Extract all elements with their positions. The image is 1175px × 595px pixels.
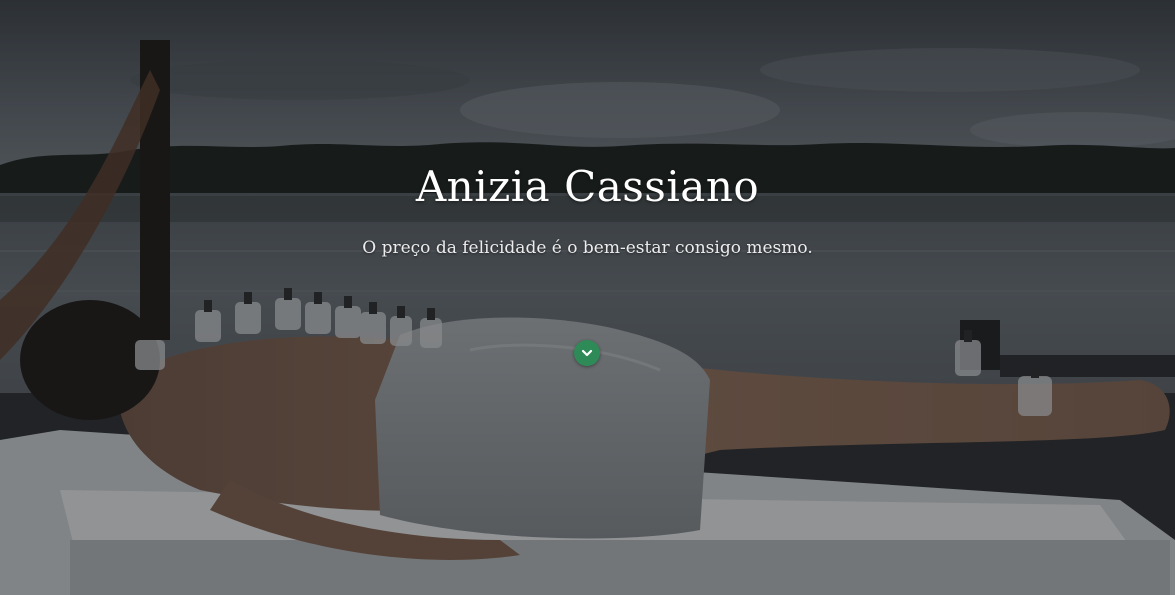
chevron-down-icon: [581, 349, 593, 357]
hero-dark-overlay: [0, 0, 1175, 595]
scroll-down-button[interactable]: [574, 340, 600, 366]
hero-section: Anizia Cassiano O preço da felicidade é …: [0, 0, 1175, 595]
hero-title: Anizia Cassiano: [415, 162, 760, 211]
hero-subtitle: O preço da felicidade é o bem-estar cons…: [362, 238, 813, 258]
